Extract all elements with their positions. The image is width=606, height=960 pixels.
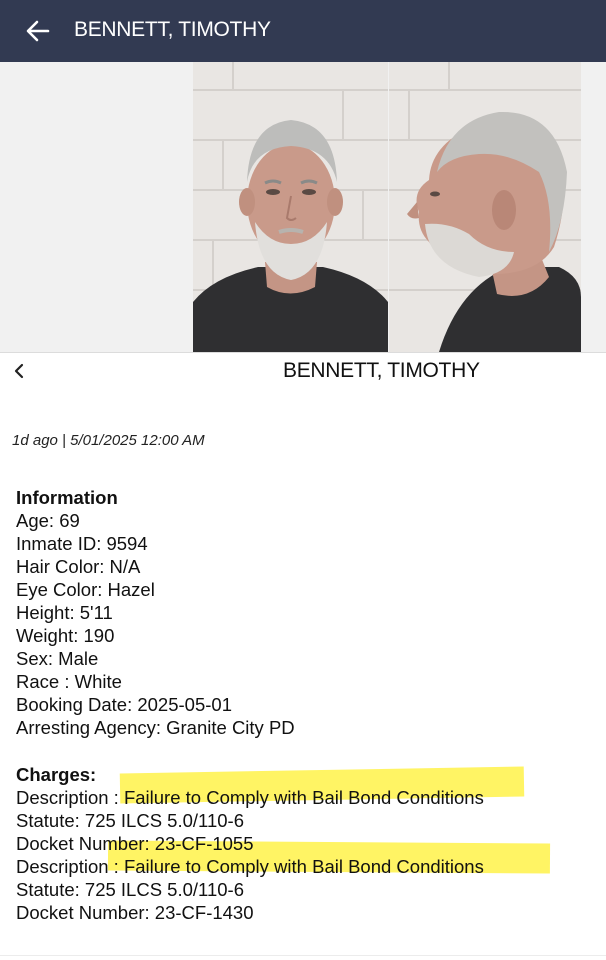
mugshot-front-photo[interactable] bbox=[193, 62, 388, 352]
charge-docket-number: Docket Number: 23-CF-1055 bbox=[16, 833, 254, 854]
information-heading: Information bbox=[16, 487, 118, 508]
mugshot-profile-photo[interactable] bbox=[389, 62, 581, 352]
chevron-left-icon[interactable] bbox=[12, 360, 28, 382]
info-eye-color: Eye Color: Hazel bbox=[16, 579, 155, 600]
divider bbox=[0, 955, 606, 956]
charge-description: Description : Failure to Comply with Bai… bbox=[16, 787, 484, 808]
info-arresting-agency: Arresting Agency: Granite City PD bbox=[16, 717, 295, 738]
information-section: Information Age: 69 Inmate ID: 9594 Hair… bbox=[16, 486, 295, 739]
app-bar-title: BENNETT, TIMOTHY bbox=[74, 18, 271, 41]
info-height: Height: 5'11 bbox=[16, 602, 113, 623]
arrow-left-icon[interactable] bbox=[24, 17, 52, 45]
detail-title: BENNETT, TIMOTHY bbox=[283, 359, 480, 382]
info-booking-date: Booking Date: 2025-05-01 bbox=[16, 694, 232, 715]
info-sex: Sex: Male bbox=[16, 648, 99, 669]
charges-heading: Charges: bbox=[16, 764, 97, 785]
charges-section: Charges: Description : Failure to Comply… bbox=[16, 763, 484, 924]
info-weight: Weight: 190 bbox=[16, 625, 115, 646]
info-age: Age: 69 bbox=[16, 510, 80, 531]
charge-docket-number: Docket Number: 23-CF-1430 bbox=[16, 902, 254, 923]
info-inmate-id: Inmate ID: 9594 bbox=[16, 533, 148, 554]
app-bar: BENNETT, TIMOTHY bbox=[0, 0, 606, 62]
info-race: Race : White bbox=[16, 671, 122, 692]
divider bbox=[0, 352, 606, 353]
posted-timestamp: 1d ago | 5/01/2025 12:00 AM bbox=[12, 432, 205, 449]
charge-description: Description : Failure to Comply with Bai… bbox=[16, 856, 484, 877]
charge-statute: Statute: 725 ILCS 5.0/110-6 bbox=[16, 879, 244, 900]
info-hair-color: Hair Color: N/A bbox=[16, 556, 141, 577]
charge-statute: Statute: 725 ILCS 5.0/110-6 bbox=[16, 810, 244, 831]
